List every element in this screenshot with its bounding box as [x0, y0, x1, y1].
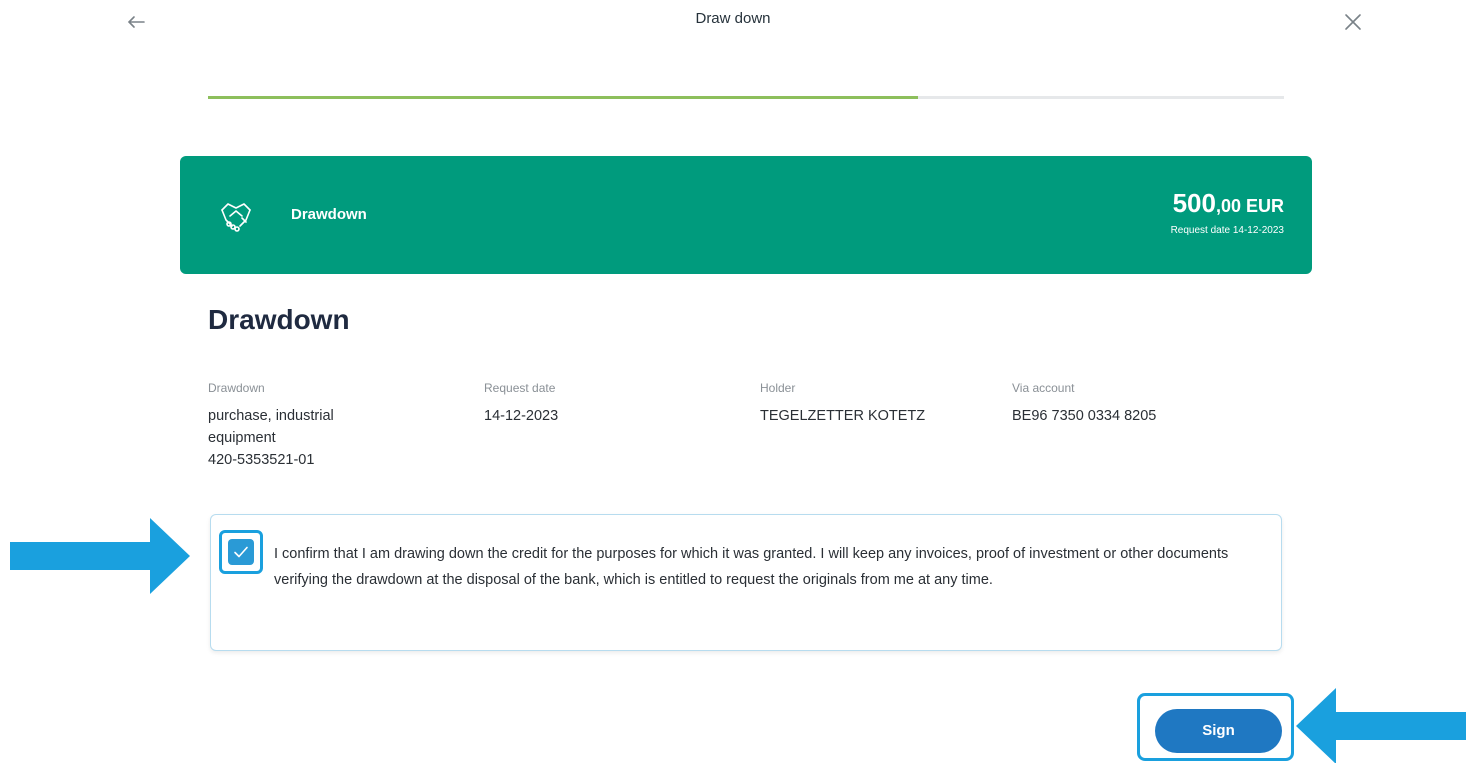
detail-label: Drawdown: [208, 381, 265, 395]
annotation-arrow-right-icon: [10, 518, 190, 594]
detail-drawdown: Drawdown purchase, industrial equipment …: [208, 381, 438, 471]
close-icon: [1345, 14, 1361, 30]
amount-decimals-currency: ,00 EUR: [1215, 196, 1284, 216]
detail-holder: Holder TEGELZETTER KOTETZ: [760, 381, 990, 427]
summary-label: Drawdown: [291, 206, 367, 223]
page: Draw down Drawdown 500,00 EUR Request da…: [0, 0, 1466, 763]
section-heading: Drawdown: [208, 304, 350, 335]
detail-value: BE96 7350 0334 8205: [1012, 408, 1157, 424]
detail-via-account: Via account BE96 7350 0334 8205: [1012, 381, 1242, 427]
drawdown-summary-card: Drawdown 500,00 EUR Request date 14-12-2…: [180, 156, 1312, 274]
close-button[interactable]: [1339, 8, 1367, 36]
progress-fill: [208, 96, 919, 99]
checkmark-icon: [234, 546, 248, 558]
detail-value: purchase, industrial: [208, 408, 334, 424]
annotation-arrow-left-icon: [1296, 688, 1466, 763]
request-date-line: Request date 14-12-2023: [1170, 225, 1284, 236]
confirm-checkbox[interactable]: [228, 539, 254, 565]
confirm-text: I confirm that I am drawing down the cre…: [274, 546, 1229, 588]
page-title: Draw down: [695, 10, 771, 27]
detail-label: Via account: [1012, 381, 1075, 395]
amount-integer: 500: [1172, 188, 1216, 218]
detail-value: 14-12-2023: [484, 408, 559, 424]
amount: 500,00 EUR: [1171, 188, 1284, 219]
detail-value: equipment: [208, 430, 276, 446]
sign-button[interactable]: Sign: [1155, 709, 1282, 753]
detail-request-date: Request date 14-12-2023: [484, 381, 714, 427]
handshake-icon: [216, 196, 256, 236]
amount-block: 500,00 EUR Request date 14-12-2023: [1171, 188, 1284, 236]
detail-label: Holder: [760, 381, 796, 395]
detail-label: Request date: [484, 381, 556, 395]
confirm-box: I confirm that I am drawing down the cre…: [210, 514, 1282, 651]
progress-bar: [208, 96, 1284, 99]
detail-value: 420-5353521-01: [208, 452, 315, 468]
detail-value: TEGELZETTER KOTETZ: [760, 408, 926, 424]
